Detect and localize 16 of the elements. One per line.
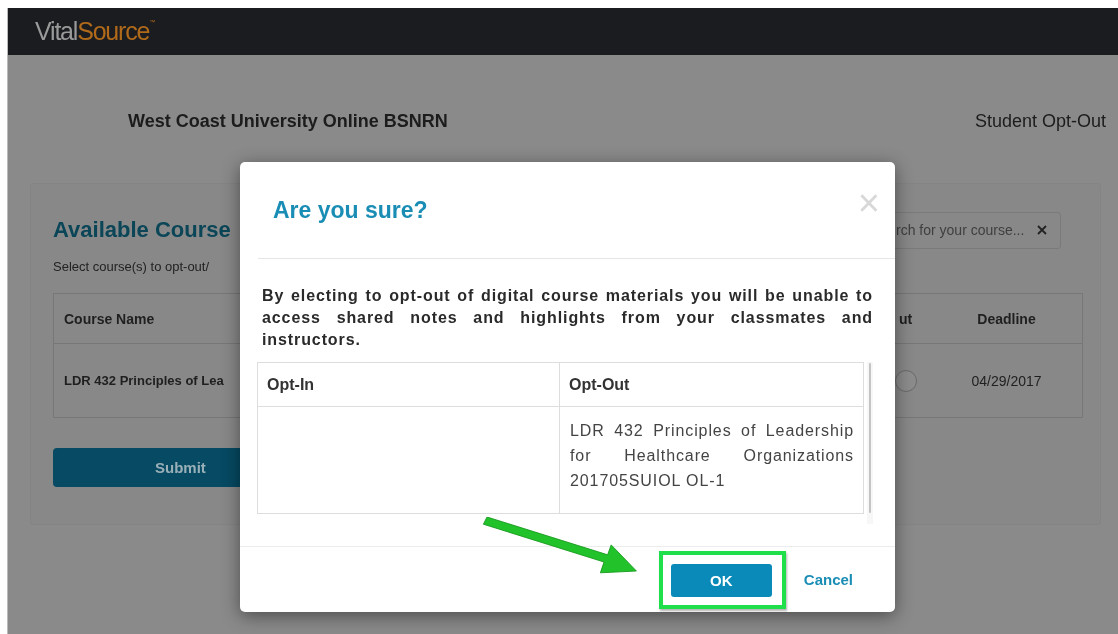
institution-name: West Coast University Online BSNRN — [128, 110, 448, 132]
dialog-title: Are you sure? — [273, 196, 428, 224]
ok-button[interactable]: OK — [670, 563, 772, 597]
table-cell-text: 04/29/2017 — [970, 371, 1043, 391]
clear-icon[interactable] — [1037, 224, 1047, 235]
column-header: Opt-In — [258, 363, 560, 407]
scrollbar[interactable] — [867, 362, 873, 524]
table-cell-text: LDR 432 Principles of Leadership for Healthcare Organizations 201705SUIOL OL-1 — [569, 421, 855, 491]
column-header: Deadline — [931, 294, 1082, 344]
table-cell-text: LDR 432 Principles of Lea — [63, 372, 225, 390]
cancel-link[interactable]: Cancel — [803, 571, 853, 588]
radio-button[interactable] — [895, 369, 917, 392]
instructions-text: Select course(s) to opt-out/ — [53, 259, 211, 274]
panel-heading: Available Course — [53, 217, 231, 243]
column-header: Opt-Out — [560, 363, 863, 407]
page-title: Student Opt-Out — [974, 110, 1106, 132]
